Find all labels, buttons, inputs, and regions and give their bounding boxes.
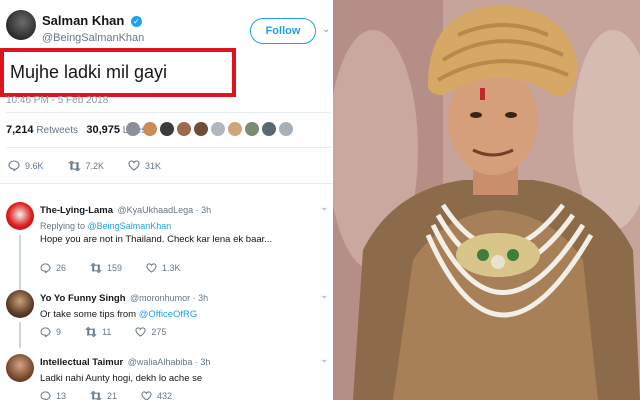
reply-icon xyxy=(8,160,20,171)
follow-button[interactable]: Follow xyxy=(250,18,316,44)
reply-icon xyxy=(40,327,51,337)
reply-text-prefix: Or take some tips from xyxy=(40,309,139,320)
avatar[interactable] xyxy=(6,202,34,230)
retweet-icon xyxy=(90,391,102,400)
highlight-box: Mujhe ladki mil gayi xyxy=(0,48,236,97)
avatar[interactable] xyxy=(228,122,242,136)
retweet-count: 21 xyxy=(107,391,118,400)
reply-author-handle[interactable]: @waliaAlhabiba · 3h xyxy=(128,357,211,367)
avatar[interactable] xyxy=(6,290,34,318)
reply-count: 9.6K xyxy=(25,160,44,171)
like-button[interactable]: 432 xyxy=(141,391,172,400)
avatar[interactable] xyxy=(160,122,174,136)
reply-body: Intellectual Taimur @waliaAlhabiba · 3h … xyxy=(40,352,325,384)
reply-actions: 26 159 1.3K xyxy=(40,263,205,273)
reply-count: 13 xyxy=(56,391,67,400)
handle[interactable]: @BeingSalmanKhan xyxy=(42,32,144,44)
reply-button[interactable]: 26 xyxy=(40,263,66,273)
groom-photo xyxy=(333,0,640,400)
retweet-icon xyxy=(90,263,102,273)
reply-icon xyxy=(40,391,51,400)
tweet-header: Salman Khan ✓ @BeingSalmanKhan Follow ⌄ xyxy=(6,10,331,50)
reply-count: 9 xyxy=(56,327,62,337)
retweet-button[interactable]: 21 xyxy=(90,391,117,400)
chevron-down-icon[interactable]: ⌄ xyxy=(320,290,328,301)
retweets-count[interactable]: 7,214 xyxy=(6,124,34,136)
reply-body: The-Lying-Lama @KyaUkhaadLega · 3h Reply… xyxy=(40,200,325,245)
tweet-actions: 9.6K 7.2K 31K xyxy=(8,160,185,171)
like-icon xyxy=(128,160,140,171)
divider xyxy=(0,183,333,184)
replying-to-prefix: Replying to xyxy=(40,221,88,231)
reply-icon xyxy=(40,263,51,273)
verified-icon: ✓ xyxy=(130,16,142,27)
like-icon xyxy=(146,263,157,273)
divider xyxy=(6,112,331,113)
reply-author-name[interactable]: The-Lying-Lama xyxy=(40,205,113,216)
reply-actions: 13 21 432 xyxy=(40,391,196,400)
avatar[interactable] xyxy=(245,122,259,136)
display-name[interactable]: Salman Khan xyxy=(42,13,124,28)
retweet-button[interactable]: 159 xyxy=(90,263,122,273)
reply-button[interactable]: 9.6K xyxy=(8,160,44,171)
avatar[interactable] xyxy=(262,122,276,136)
reply-author-name[interactable]: Intellectual Taimur xyxy=(40,357,123,368)
retweet-count: 159 xyxy=(107,263,123,273)
like-button[interactable]: 1.3K xyxy=(146,263,181,273)
like-count: 1.3K xyxy=(162,263,181,273)
retweet-icon xyxy=(85,327,97,337)
reply-text: Hope you are not in Thailand. Check kar … xyxy=(40,234,273,245)
reply-count: 26 xyxy=(56,263,67,273)
reply-button[interactable]: 13 xyxy=(40,391,66,400)
avatar[interactable] xyxy=(6,10,36,40)
thread-line xyxy=(19,235,21,295)
liker-avatars xyxy=(126,122,293,136)
reply-body: Yo Yo Funny Singh @moronhumor · 3h Or ta… xyxy=(40,288,325,320)
chevron-down-icon[interactable]: ⌄ xyxy=(322,24,330,35)
reply-button[interactable]: 9 xyxy=(40,327,61,337)
thread-line xyxy=(19,322,21,348)
avatar[interactable] xyxy=(211,122,225,136)
tweet-timestamp[interactable]: 10:46 PM - 5 Feb 2018 xyxy=(6,95,108,106)
likes-count[interactable]: 30,975 xyxy=(86,124,120,136)
avatar[interactable] xyxy=(6,354,34,382)
retweet-icon xyxy=(67,160,81,171)
retweet-count: 11 xyxy=(102,327,112,337)
author-block[interactable]: Salman Khan ✓ @BeingSalmanKhan xyxy=(42,12,144,44)
chevron-down-icon[interactable]: ⌄ xyxy=(320,202,328,213)
avatar[interactable] xyxy=(177,122,191,136)
tweet-text: Mujhe ladki mil gayi xyxy=(10,62,168,82)
like-count: 31K xyxy=(145,160,162,171)
retweet-button[interactable]: 7.2K xyxy=(67,160,105,171)
reply-text: Or take some tips from @OfficeOfRG xyxy=(40,309,325,320)
avatar[interactable] xyxy=(143,122,157,136)
like-count: 432 xyxy=(157,391,173,400)
tweet-panel: Salman Khan ✓ @BeingSalmanKhan Follow ⌄ … xyxy=(0,0,333,400)
divider xyxy=(6,147,331,148)
reply-text: Ladki nahi Aunty hogi, dekh lo ache se xyxy=(40,373,203,384)
avatar[interactable] xyxy=(194,122,208,136)
retweet-button[interactable]: 11 xyxy=(85,327,111,337)
like-icon xyxy=(141,391,152,400)
reply-author-handle[interactable]: @moronhumor · 3h xyxy=(130,293,208,303)
reply-author-name[interactable]: Yo Yo Funny Singh xyxy=(40,293,126,304)
groom-illustration xyxy=(333,0,640,400)
like-button[interactable]: 275 xyxy=(135,327,166,337)
like-button[interactable]: 31K xyxy=(128,160,161,171)
like-count: 275 xyxy=(151,327,167,337)
retweets-label[interactable]: Retweets xyxy=(36,125,78,136)
avatar[interactable] xyxy=(126,122,140,136)
reply-author-handle[interactable]: @KyaUkhaadLega · 3h xyxy=(117,205,211,215)
like-icon xyxy=(135,327,146,337)
mention-link[interactable]: @OfficeOfRG xyxy=(139,309,198,320)
reply-actions: 9 11 275 xyxy=(40,327,190,337)
replying-to: Replying to @BeingSalmanKhan xyxy=(40,221,325,231)
avatar[interactable] xyxy=(279,122,293,136)
replying-to-link[interactable]: @BeingSalmanKhan xyxy=(88,221,172,231)
retweet-count: 7.2K xyxy=(85,160,105,171)
chevron-down-icon[interactable]: ⌄ xyxy=(320,354,328,365)
